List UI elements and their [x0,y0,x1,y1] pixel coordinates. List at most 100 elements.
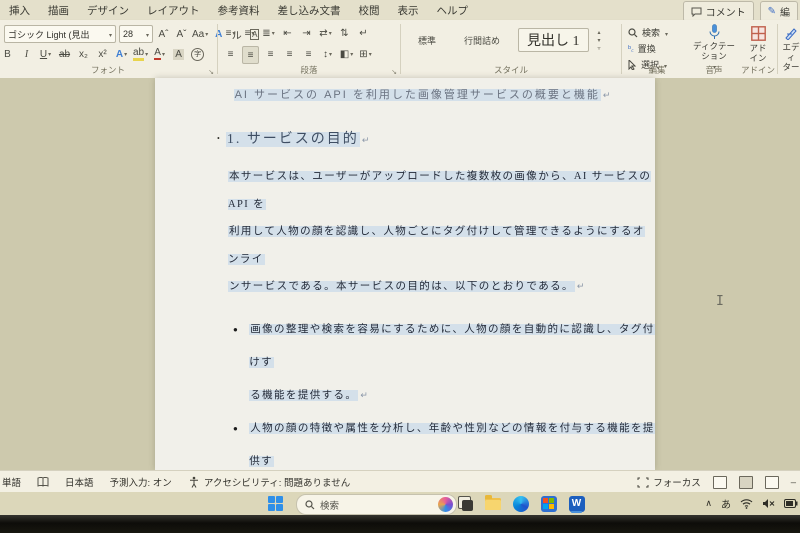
accessibility-status[interactable]: アクセシビリティ: 問題ありません [188,475,350,489]
font-size-select[interactable]: 28 [119,25,153,43]
font-name-select[interactable]: ゴシック Light (見出 [4,25,116,43]
search-highlight-image[interactable] [438,497,453,512]
word-taskbar-button[interactable]: W [567,494,586,513]
volume-muted-icon[interactable] [762,498,775,509]
ribbon-tab-参考資料[interactable]: 参考資料 [209,1,269,20]
italic-button[interactable]: I [19,46,34,62]
style-見出し 1[interactable]: 見出し 1 [518,28,589,52]
file-explorer-button[interactable] [483,494,502,513]
styles-gallery-scroll[interactable]: ▴ ▾ ▿ [598,29,601,52]
taskbar-search[interactable]: 検索 [296,494,457,515]
word-icon: W [568,495,585,512]
ribbon-tab-表示[interactable]: 表示 [389,1,428,20]
ime-indicator[interactable]: あ [721,496,731,511]
numbering-button[interactable]: ≡ [242,25,257,41]
subscript-button[interactable]: x₂ [76,46,91,62]
replace-label: 置換 [637,44,656,54]
proofing-status[interactable] [37,477,49,487]
windows-taskbar: 検索 W ∧ あ [0,492,800,515]
bullet-item[interactable]: ● 人物の顔の特徴や属性を分析し、年齢や性別などの情報を付与する機能を提供する。↵ [233,412,655,471]
start-button[interactable] [266,494,285,513]
edge-button[interactable] [511,494,530,513]
line-spacing-icon: ↕ [322,48,328,60]
ribbon-tab-デザイン[interactable]: デザイン [78,1,138,20]
ribbon-tab-レイアウト[interactable]: レイアウト [138,1,209,20]
align-center-button[interactable]: ≡ [242,46,259,64]
font-color-button[interactable]: A [152,46,167,62]
increase-indent-button[interactable]: ⇥ [299,25,314,41]
battery-icon[interactable] [784,499,798,508]
highlight-color-button[interactable]: ab [133,46,148,62]
read-mode-button[interactable] [712,475,727,489]
grow-font-button[interactable]: Aˆ [156,26,171,42]
focus-mode-button[interactable]: フォーカス [637,475,701,489]
enclose-character-icon: 字 [191,47,205,61]
font-dialog-launcher[interactable]: ↘ [208,68,214,76]
show-hidden-icons-button[interactable]: ∧ [705,498,712,509]
addins-group: アド イン アドイン [740,20,776,78]
character-shading-button[interactable]: A [171,46,186,62]
document-page[interactable]: AI サービスの API を利用した画像管理サービスの概要と機能 ↵ • 1. サービ… [155,78,655,470]
line-spacing-button[interactable]: ↕ [320,46,335,62]
character-scaling-button[interactable]: ⇄ [318,25,333,41]
zoom-out-button[interactable]: – [791,477,796,488]
ribbon-tab-ヘルプ[interactable]: ヘルプ [428,1,478,20]
body-paragraph[interactable]: 本サービスは、ユーザーがアップロードした複数枚の画像から、AI サービスの AP… [228,163,655,301]
language-status[interactable]: 日本語 [65,475,94,489]
align-left-icon: ≡ [227,48,234,60]
shading-color-button[interactable]: ◧ [339,46,354,62]
web-layout-button[interactable] [764,475,779,489]
ribbon-tab-挿入[interactable]: 挿入 [0,1,39,20]
word-count[interactable]: 単語 [2,475,21,489]
sort-button[interactable]: ⇅ [337,25,352,41]
multilevel-list-button[interactable]: ≣ [261,25,276,41]
font-group-label: フォント [90,65,125,75]
addins-button[interactable]: アド イン [740,26,776,63]
borders-button[interactable]: ⊞ [358,46,373,62]
editing-mode-label: 編 [780,8,790,19]
paragraph-dialog-launcher[interactable]: ↘ [391,68,397,76]
decrease-indent-button[interactable]: ⇤ [280,25,295,41]
font-group: ゴシック Light (見出 28 AˆAˇAaAルA BIUabx₂x²Aab… [0,20,260,78]
bold-button[interactable]: B [0,46,15,62]
align-left-button[interactable]: ≡ [223,46,238,62]
wifi-icon[interactable] [740,498,753,509]
align-right-button[interactable]: ≡ [263,46,278,62]
scroll-down-icon: ▾ [597,37,601,44]
strikethrough-button[interactable]: ab [57,46,72,62]
selected-text: ンサービスである。本サービスの目的は、以下のとおりである。 [228,281,575,292]
text-effects-button[interactable]: A [114,46,129,62]
show-marks-button[interactable]: ↵ [356,25,371,41]
distribute-button[interactable]: ≡ [301,46,316,62]
style-行間詰め[interactable]: 行間詰め [454,30,510,51]
microsoft-store-button[interactable] [539,494,558,513]
find-button[interactable]: 検索 [628,26,668,39]
paragraph-line: ンサービスである。本サービスの目的は、以下のとおりである。 ↵ [228,273,655,301]
ribbon-tab-差し込み文書[interactable]: 差し込み文書 [269,1,350,20]
task-view-button[interactable] [455,494,474,513]
underline-button[interactable]: U [38,46,53,62]
bold-icon: B [4,48,11,60]
superscript-button[interactable]: x² [95,46,110,62]
document-title[interactable]: AI サービスの API を利用した画像管理サービスの概要と機能 ↵ [213,86,633,102]
search-icon [628,27,638,37]
ribbon-tab-校閲[interactable]: 校閲 [350,1,389,20]
enclose-character-button[interactable]: 字 [190,46,205,62]
editing-mode-button[interactable]: ✎ 編 [759,1,798,22]
prediction-status[interactable]: 予測入力: オン [110,475,172,489]
justify-button[interactable]: ≡ [282,46,297,62]
bullet-item[interactable]: ● 画像の整理や検索を容易にするために、人物の顔を自動的に認識し、タグ付けす る機能… [233,313,655,412]
document-heading[interactable]: • 1. サービスの目的 ↵ [217,128,655,148]
replace-icon: ᵇ꜀ [628,44,634,53]
print-layout-button[interactable] [738,475,753,489]
editor-button[interactable]: エディ ター [782,26,800,73]
shrink-font-button[interactable]: Aˇ [174,26,189,42]
replace-button[interactable]: ᵇ꜀ 置換 [628,42,668,55]
style-標準[interactable]: 標準 [408,30,446,51]
comments-button[interactable]: コメント [682,1,754,22]
ribbon-tab-描画[interactable]: 描画 [39,1,78,20]
bullets-button[interactable]: ≡ [223,25,238,41]
change-case-button[interactable]: Aa [192,26,208,42]
word-count-label: 単語 [2,478,22,489]
styles-group: 標準 行間詰め 見出し 1 ▴ ▾ ▿ スタイル [402,20,620,78]
